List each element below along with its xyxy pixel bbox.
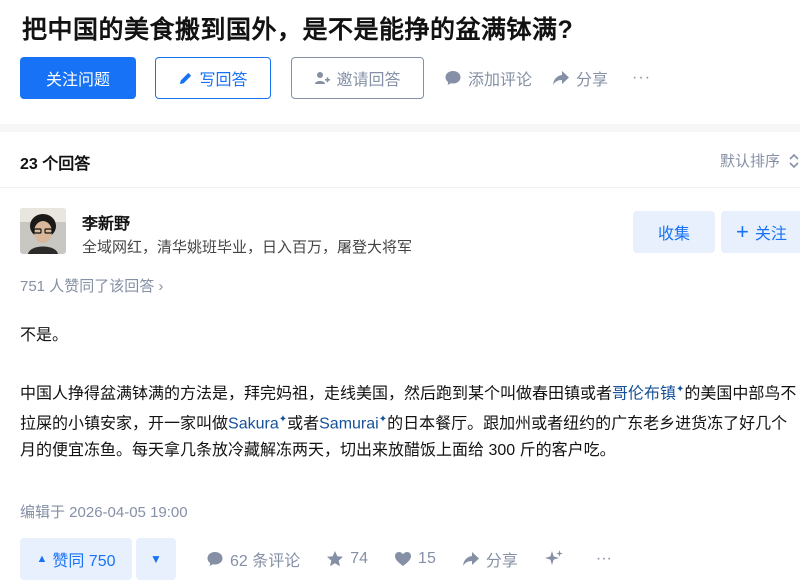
sparkle-icon — [544, 550, 563, 565]
answers-header: 23 个回答 默认排序 — [0, 132, 800, 188]
likes-count: 15 — [418, 550, 436, 567]
share-answer-label: 分享 — [485, 553, 518, 570]
write-answer-button[interactable]: 写回答 — [155, 57, 271, 99]
answer-text: 中国人挣得盆满钵满的方法是，拜完妈祖，走线美国，然后跑到某个叫做春田镇或者 — [20, 385, 613, 403]
invite-answer-label: 邀请回答 — [336, 72, 401, 89]
share-arrow-icon — [462, 552, 479, 566]
plus-icon: + — [736, 219, 749, 244]
answer-paragraph: 中国人挣得盆满钵满的方法是，拜完妈祖，走线美国，然后跑到某个叫做春田镇或者哥伦布… — [20, 377, 800, 464]
comment-icon — [445, 71, 461, 85]
invite-user-icon — [315, 72, 331, 84]
heart-icon — [395, 552, 412, 566]
share-question-label: 分享 — [576, 72, 609, 89]
follow-author-button[interactable]: + 关注 — [721, 211, 800, 253]
sort-toggle[interactable]: 默认排序 — [720, 150, 800, 171]
search-spark-icon: ✦ — [378, 414, 388, 426]
author-name[interactable]: 李新野 — [82, 210, 130, 234]
author-avatar[interactable] — [20, 208, 66, 254]
answer-action-bar: ▲ 赞同 750 ▼ 62 条评论 74 15 分享 ··· — [20, 538, 612, 580]
comment-icon — [207, 552, 223, 566]
answer-text: 或者 — [287, 415, 320, 433]
downvote-button[interactable]: ▼ — [136, 538, 176, 580]
like-button[interactable]: 15 — [394, 550, 436, 568]
upvote-label: 赞同 750 — [52, 553, 116, 570]
add-comment-label: 添加评论 — [468, 72, 533, 89]
share-question-button[interactable]: 分享 — [552, 66, 608, 90]
answer-paragraph: 不是。 — [20, 327, 69, 344]
keyword-link-columbus[interactable]: 哥伦布镇 — [612, 385, 676, 402]
edit-timestamp: 编辑于 2026-04-05 19:00 — [20, 504, 188, 521]
answers-count: 23 个回答 — [20, 156, 91, 173]
question-title: 把中国的美食搬到国外，是不是能挣的盆满钵满? — [22, 16, 574, 44]
comments-button[interactable]: 62 条评论 — [206, 547, 300, 571]
search-spark-icon: ✦ — [278, 414, 288, 426]
star-icon — [327, 551, 344, 567]
sort-label: 默认排序 — [719, 153, 780, 170]
follow-author-label: 关注 — [754, 226, 787, 243]
down-triangle-icon: ▼ — [150, 552, 162, 566]
write-answer-label: 写回答 — [199, 72, 248, 89]
upvote-button[interactable]: ▲ 赞同 750 — [20, 538, 132, 580]
pencil-icon — [180, 72, 192, 84]
favorites-count: 74 — [350, 550, 369, 567]
vote-summary[interactable]: 751 人赞同了该回答 › — [20, 275, 163, 296]
section-divider — [0, 124, 800, 132]
favorite-button[interactable]: 74 — [326, 550, 368, 568]
invite-answer-button[interactable]: 邀请回答 — [291, 57, 424, 99]
keyword-link-samurai[interactable]: Samurai — [319, 416, 379, 433]
share-arrow-icon — [553, 71, 570, 85]
comments-label: 62 条评论 — [230, 553, 301, 570]
ai-sparkle-button[interactable] — [544, 549, 570, 569]
up-triangle-icon: ▲ — [36, 553, 48, 565]
question-more-button[interactable]: ··· — [632, 69, 651, 87]
question-actions: 关注问题 写回答 邀请回答 添加评论 分享 ··· — [20, 57, 651, 99]
collect-button[interactable]: 收集 — [633, 211, 715, 253]
share-answer-button[interactable]: 分享 — [462, 547, 518, 571]
follow-question-button[interactable]: 关注问题 — [20, 57, 136, 99]
answer-more-button[interactable]: ··· — [596, 550, 612, 568]
add-comment-button[interactable]: 添加评论 — [444, 66, 532, 90]
sort-chevrons-icon — [789, 153, 799, 168]
author-bio: 全域网红，清华姚班毕业，日入百万，屠登大将军 — [82, 239, 413, 256]
keyword-link-sakura[interactable]: Sakura — [228, 416, 279, 433]
